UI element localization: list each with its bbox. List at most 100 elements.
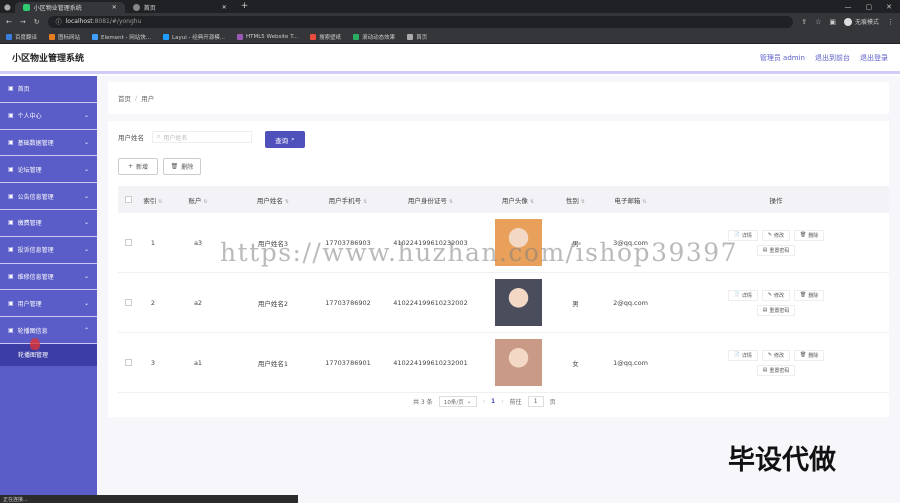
reset-password-button[interactable]: ▤ 重置密码: [756, 304, 796, 316]
bookmark-item[interactable]: 图标网站: [49, 33, 80, 41]
sidebar-item[interactable]: ▣ 用户管理 ⌄: [0, 290, 97, 318]
bookmark-item[interactable]: 首页: [407, 33, 427, 41]
sort-icon[interactable]: ⇅: [530, 199, 534, 205]
page-number[interactable]: 1: [491, 398, 495, 405]
more-icon[interactable]: ⋮: [887, 18, 894, 26]
bookmark-item[interactable]: 滚动动态效果: [353, 33, 395, 41]
browser-tab[interactable]: 首页 ✕: [125, 2, 235, 13]
column-header[interactable]: 用户姓名 ⇅: [228, 195, 318, 205]
sidebar-item[interactable]: ▣ 缴费管理 ⌄: [0, 210, 97, 237]
reset-password-button[interactable]: ▤ 重置密码: [756, 244, 796, 256]
star-icon[interactable]: ☆: [815, 18, 821, 26]
sidebar-subitem[interactable]: 轮播图管理: [0, 343, 97, 366]
address-bar[interactable]: ⓘ localhost :8081/#/yonghu: [47, 15, 794, 28]
row-checkbox[interactable]: [125, 239, 132, 246]
sidebar-item[interactable]: ▣ 轮播图信息 ⌃: [0, 317, 97, 344]
sidebar-item[interactable]: ▣ 投诉信息管理 ⌄: [0, 237, 97, 264]
sidebar-item[interactable]: ▣ 论坛管理 ⌄: [0, 156, 97, 184]
maximize-icon[interactable]: ▢: [866, 3, 873, 11]
sort-icon[interactable]: ⇅: [449, 199, 453, 205]
sidebar-item[interactable]: ▣ 公告信息管理 ⌄: [0, 183, 97, 210]
goto-input[interactable]: 1: [527, 396, 544, 407]
column-header[interactable]: 性别 ⇅: [553, 195, 598, 205]
new-tab-button[interactable]: +: [235, 1, 255, 13]
edit-button[interactable]: ✎ 修改: [761, 349, 791, 361]
edit-icon: ✎: [767, 232, 773, 238]
window-close-icon[interactable]: ✕: [886, 3, 892, 11]
bookmark-item[interactable]: 搜索壁纸: [310, 33, 341, 41]
sort-icon[interactable]: ⇅: [203, 199, 207, 205]
reload-icon[interactable]: ↻: [34, 18, 40, 26]
sidebar-item[interactable]: ▣ 个人中心 ⌄: [0, 103, 97, 130]
reset-password-label: 重置密码: [769, 367, 790, 374]
detail-button-label: 详情: [741, 232, 752, 239]
column-header[interactable]: 用户头像 ⇅: [483, 195, 553, 205]
column-header-label: 性别: [565, 196, 579, 205]
bookmark-item[interactable]: 百度翻译: [6, 33, 37, 41]
select-all-checkbox[interactable]: [125, 196, 132, 203]
status-bar: 正在连接...: [0, 495, 298, 503]
watermark-text: https://www.huzhan.com/ishop39397: [220, 238, 739, 267]
sidebar-item[interactable]: ▣ 首页: [0, 76, 97, 103]
url-rest: :8081/#/yonghu: [92, 18, 142, 25]
next-page-icon[interactable]: ›: [501, 398, 503, 405]
share-icon[interactable]: ⇪: [801, 18, 807, 26]
sidebar-item-left: ▣ 用户管理: [8, 299, 42, 308]
extension-icon[interactable]: ▣: [829, 18, 836, 26]
delete-button[interactable]: 🗑 删除: [794, 289, 825, 301]
column-header[interactable]: 用户手机号 ⇅: [318, 195, 378, 205]
column-header[interactable]: 用户身份证号 ⇅: [378, 195, 483, 205]
column-header[interactable]: 账户 ⇅: [168, 195, 228, 205]
breadcrumb-home[interactable]: 首页: [118, 93, 131, 103]
tab-close-icon[interactable]: ✕: [112, 4, 117, 11]
sort-icon[interactable]: ⇅: [285, 199, 289, 205]
delete-button[interactable]: 🗑 删除: [794, 349, 825, 361]
browser-menu-icon[interactable]: ⬤: [4, 4, 15, 13]
row-checkbox[interactable]: [125, 359, 132, 366]
bookmark-label: Layui - 经典开源模...: [172, 34, 225, 41]
forward-icon[interactable]: →: [20, 18, 26, 26]
prev-page-icon[interactable]: ‹: [483, 398, 485, 405]
tab-close-icon[interactable]: ✕: [222, 4, 227, 11]
bookmark-item[interactable]: Element - 网站快...: [92, 33, 151, 41]
column-header[interactable]: 索引 ⇅: [138, 195, 168, 205]
edit-button[interactable]: ✎ 修改: [761, 229, 791, 241]
logout-link[interactable]: 退出登录: [860, 53, 888, 63]
bookmark-item[interactable]: HTML5 Website T...: [236, 33, 298, 40]
search-input[interactable]: ⌕ 用户姓名: [152, 131, 252, 143]
reset-password-button[interactable]: ▤ 重置密码: [756, 364, 796, 376]
delete-button[interactable]: 🗑 删除: [794, 229, 825, 241]
sort-icon[interactable]: ⇅: [363, 199, 367, 205]
detail-button[interactable]: 📄 详情: [727, 349, 758, 361]
row-checkbox-cell: [118, 359, 138, 366]
add-button-label: 新增: [136, 164, 149, 171]
sort-icon[interactable]: ⇅: [642, 199, 646, 205]
sidebar-item[interactable]: ▣ 维修信息管理 ⌄: [0, 264, 97, 291]
row-checkbox[interactable]: [125, 299, 132, 306]
sidebar-item-left: ▣ 投诉信息管理: [8, 245, 54, 254]
column-header[interactable]: 电子邮箱 ⇅: [598, 195, 663, 205]
back-front-link[interactable]: 退出到前台: [815, 53, 850, 63]
sort-icon[interactable]: ⇅: [581, 199, 585, 205]
column-header-label: 电子邮箱: [614, 196, 641, 205]
bookmark-item[interactable]: Layui - 经典开源模...: [163, 33, 225, 41]
edit-button[interactable]: ✎ 修改: [761, 289, 791, 301]
minimize-icon[interactable]: —: [845, 3, 852, 11]
back-icon[interactable]: ←: [6, 18, 12, 26]
search-button[interactable]: 查询 ⌕: [265, 131, 305, 148]
actions-top: 📄 详情 ✎ 修改 🗑 删除: [727, 289, 825, 301]
add-button[interactable]: + 新增: [118, 158, 158, 175]
cell-index: 2: [150, 298, 156, 307]
sidebar-item[interactable]: ▣ 基础数据管理 ⌄: [0, 130, 97, 157]
browser-tabbar: ⬤ 小区物业管理系统 ✕ 首页 ✕ + — ▢ ✕: [0, 0, 900, 13]
chevron-down-icon: ⌄: [83, 219, 89, 227]
browser-tab-active[interactable]: 小区物业管理系统 ✕: [14, 2, 125, 13]
batch-delete-button[interactable]: 🗑 删除: [163, 158, 201, 175]
detail-button[interactable]: 📄 详情: [727, 289, 758, 301]
sort-icon[interactable]: ⇅: [158, 199, 162, 205]
page-size-select[interactable]: 10条/页 ⌄: [438, 396, 477, 407]
sidebar-item-label: 轮播图信息: [17, 327, 48, 335]
profile-button[interactable]: 无痕模式: [843, 17, 879, 26]
menu-icon: ▣: [8, 85, 14, 93]
column-header[interactable]: 操作: [663, 195, 889, 205]
